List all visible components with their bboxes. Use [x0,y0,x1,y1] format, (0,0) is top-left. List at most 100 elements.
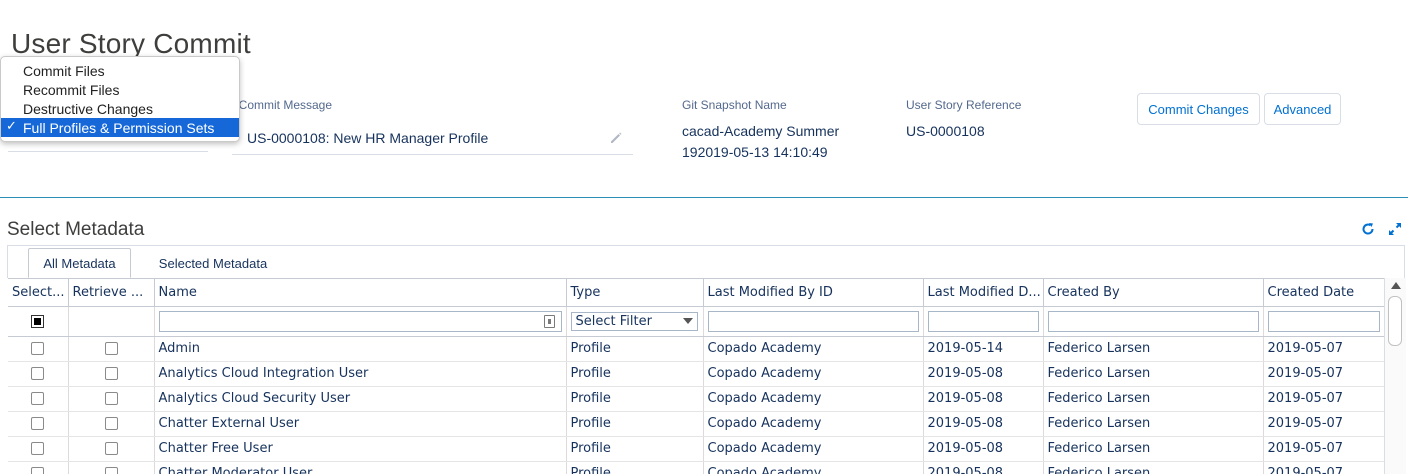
commit-message-label-text: Commit Message [238,98,333,112]
git-snapshot-value-line2: 192019-05-13 14:10:49 [682,144,828,160]
commit-message-label: * Commit Message [232,98,633,112]
grid-scrollbar[interactable] [1384,278,1406,474]
row-retrieve-cell [68,386,155,412]
user-story-reference-label: User Story Reference [906,98,1022,112]
table-row[interactable]: Analytics Cloud Security User Profile Copa… [8,386,1384,412]
column-header-created-date[interactable]: Created Date [1263,279,1384,307]
commit-message-input[interactable]: US-0000108: New HR Manager Profile [232,121,633,155]
row-retrieve-checkbox[interactable] [104,367,118,380]
table-row[interactable]: Admin Profile Copado Academy 2019-05-14 Fede… [8,336,1384,362]
cell-name: Chatter External User [154,411,567,437]
tab-selected-metadata[interactable]: Selected Metadata [142,248,284,278]
cell-name: Analytics Cloud Security User [154,386,567,412]
column-header-last-modified-by[interactable]: Last Modified By ID [703,279,924,307]
menu-item-full-profiles[interactable]: ✓ Full Profiles & Permission Sets [1,118,239,137]
commit-message-value: US-0000108: New HR Manager Profile [247,129,489,146]
cell-last-modified-date: 2019-05-08 [923,436,1044,462]
cell-created-by: Federico Larsen [1043,386,1264,412]
filter-created-by-cell [1043,306,1264,337]
cell-type: Profile [566,436,704,462]
git-snapshot-field: Git Snapshot Name cacad-Academy Summer 1… [682,98,839,163]
column-header-select[interactable]: Select... [8,279,69,307]
scroll-thumb[interactable] [1388,296,1402,346]
filter-icon[interactable] [543,314,555,328]
tab-all-metadata[interactable]: All Metadata [28,248,131,278]
cell-last-modified-date: 2019-05-08 [923,461,1044,474]
cell-created-by: Federico Larsen [1043,436,1264,462]
created-date-filter-input[interactable] [1267,310,1380,332]
cell-name: Chatter Free User [154,436,567,462]
filter-name-cell [154,306,567,337]
menu-item-commit-files[interactable]: Commit Files [1,61,239,80]
column-header-last-modified-date[interactable]: Last Modified D... [923,279,1044,307]
grid-header-row: Select... Retrieve ... Name Type Last Mo… [8,279,1384,307]
git-snapshot-label: Git Snapshot Name [682,98,787,112]
row-retrieve-cell [68,361,155,387]
row-retrieve-checkbox[interactable] [104,342,118,355]
cell-type: Profile [566,411,704,437]
pencil-icon[interactable] [609,131,623,145]
menu-item-recommit-files[interactable]: Recommit Files [1,80,239,99]
row-select-checkbox[interactable] [31,392,45,405]
metadata-tabs: All Metadata Selected Metadata [7,245,1405,278]
row-retrieve-cell [68,411,155,437]
filter-retrieve-cell [68,306,155,337]
cell-type: Profile [566,336,704,362]
cell-created-by: Federico Larsen [1043,461,1264,474]
advanced-button[interactable]: Advanced [1264,93,1341,125]
cell-last-modified-date: 2019-05-08 [923,361,1044,387]
row-select-checkbox[interactable] [31,467,45,474]
commit-changes-button[interactable]: Commit Changes [1137,93,1260,125]
column-header-name[interactable]: Name [154,279,567,307]
cell-last-modified-by: Copado Academy [703,361,924,387]
cell-created-date: 2019-05-07 [1263,386,1384,412]
scroll-up-arrow-icon[interactable] [1391,282,1401,289]
row-retrieve-checkbox[interactable] [104,392,118,405]
select-all-checkbox[interactable] [31,314,45,328]
table-row[interactable]: Analytics Cloud Integration User Profile C… [8,361,1384,387]
row-select-checkbox[interactable] [31,342,45,355]
refresh-icon[interactable] [1360,221,1376,237]
menu-item-full-profiles-label: Full Profiles & Permission Sets [23,119,215,136]
menu-item-destructive-changes[interactable]: Destructive Changes [1,99,239,118]
last-modified-date-filter-input[interactable] [927,310,1039,332]
cell-name: Analytics Cloud Integration User [154,361,567,387]
table-row[interactable]: Chatter Free User Profile Copado Academy 20… [8,436,1384,462]
operation-field-underline [8,151,208,152]
table-row[interactable]: Chatter External User Profile Copado Acade… [8,411,1384,437]
metadata-grid: Select... Retrieve ... Name Type Last Mo… [8,278,1384,474]
column-header-type[interactable]: Type [566,279,704,307]
type-filter-select[interactable]: Select Filter [570,311,698,331]
row-select-cell [8,436,69,462]
row-select-cell [8,361,69,387]
row-retrieve-checkbox[interactable] [104,442,118,455]
cell-last-modified-date: 2019-05-08 [923,411,1044,437]
row-select-checkbox[interactable] [31,367,45,380]
git-snapshot-value-line1: cacad-Academy Summer [682,123,840,139]
name-filter-input[interactable] [158,310,562,332]
table-row[interactable]: Chatter Moderator User Profile Copado Acad… [8,461,1384,474]
cell-last-modified-by: Copado Academy [703,386,924,412]
type-filter-value: Select Filter [575,313,652,329]
filter-last-modified-by-cell [703,306,924,337]
cell-type: Profile [566,386,704,412]
row-retrieve-cell [68,436,155,462]
expand-icon[interactable] [1387,221,1403,237]
cell-last-modified-date: 2019-05-08 [923,386,1044,412]
cell-last-modified-by: Copado Academy [703,411,924,437]
cell-created-by: Federico Larsen [1043,411,1264,437]
last-modified-by-filter-input[interactable] [707,310,919,332]
row-retrieve-checkbox[interactable] [104,417,118,430]
created-by-filter-input[interactable] [1047,310,1259,332]
cell-last-modified-by: Copado Academy [703,436,924,462]
column-header-created-by[interactable]: Created By [1043,279,1264,307]
cell-created-date: 2019-05-07 [1263,461,1384,474]
row-retrieve-checkbox[interactable] [104,467,118,474]
row-retrieve-cell [68,336,155,362]
row-select-cell [8,336,69,362]
row-select-checkbox[interactable] [31,442,45,455]
section-divider [0,197,1408,198]
row-select-cell [8,461,69,474]
row-select-checkbox[interactable] [31,417,45,430]
column-header-retrieve[interactable]: Retrieve ... [68,279,155,307]
